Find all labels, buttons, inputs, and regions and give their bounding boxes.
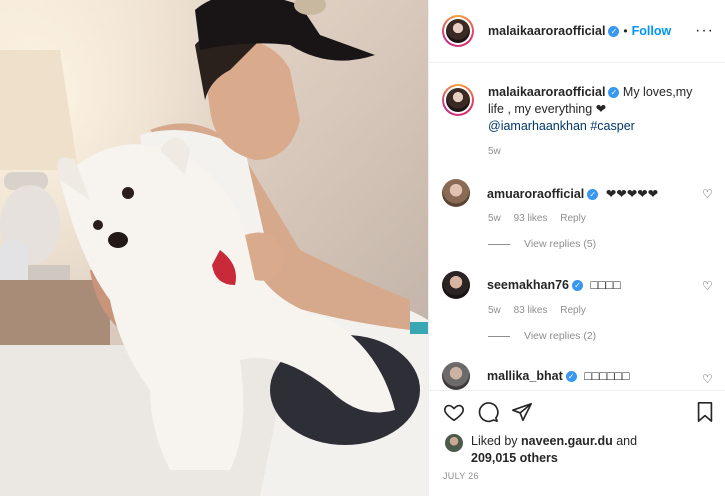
view-replies-label: View replies (5): [524, 238, 597, 250]
comment-likes[interactable]: 83 likes: [514, 305, 548, 316]
post-photo[interactable]: [0, 0, 428, 496]
post-header: malaikaaroraofficial ✓ • Follow ···: [429, 0, 725, 63]
caption-mention[interactable]: @iamarhaankhan: [488, 119, 587, 133]
comment-likes[interactable]: 93 likes: [514, 213, 548, 224]
likes-others-count[interactable]: 209,015 others: [471, 451, 558, 465]
comments-section[interactable]: malaikaaroraofficial ✓ My loves,my life ,…: [429, 64, 725, 390]
comment-text: □□□□□□: [584, 369, 630, 383]
comment-item: mallika_bhat ✓ □□□□□□ ♡: [442, 362, 714, 390]
view-replies-button[interactable]: View replies (5): [488, 238, 596, 250]
view-replies-button[interactable]: View replies (2): [488, 330, 596, 342]
comment-item: seemakhan76 ✓ □□□□ 5w 83 likes Reply ♡: [442, 271, 714, 316]
liker-username[interactable]: naveen.gaur.du: [521, 434, 613, 448]
comment-text: ❤❤❤❤❤: [605, 186, 659, 201]
post-date[interactable]: JULY 26: [443, 471, 479, 481]
liker-avatar[interactable]: [445, 434, 463, 452]
verified-badge-icon: ✓: [565, 371, 577, 383]
author-avatar[interactable]: [442, 15, 474, 47]
comment-username[interactable]: amuaroraofficial: [487, 187, 584, 201]
comment-username[interactable]: seemakhan76: [487, 278, 569, 292]
divider-line: [488, 243, 510, 245]
likes-summary: Liked by naveen.gaur.du and 209,015 othe…: [445, 433, 637, 467]
comment-text: □□□□: [590, 278, 621, 292]
commenter-avatar[interactable]: [442, 362, 470, 390]
instagram-post: malaikaaroraofficial ✓ • Follow ··· mala…: [0, 0, 725, 496]
bookmark-icon[interactable]: [694, 401, 716, 423]
follow-button[interactable]: Follow: [632, 24, 672, 38]
more-options-icon[interactable]: ···: [695, 22, 714, 40]
separator-dot: •: [623, 24, 628, 38]
post-actions: Liked by naveen.gaur.du and 209,015 othe…: [429, 390, 725, 496]
commenter-avatar[interactable]: [442, 271, 470, 299]
comment-like-heart-icon[interactable]: ♡: [702, 187, 714, 201]
comment-like-heart-icon[interactable]: ♡: [702, 279, 714, 293]
commenter-avatar[interactable]: [442, 179, 470, 207]
verified-badge-icon: ✓: [608, 87, 620, 99]
reply-button[interactable]: Reply: [560, 305, 586, 316]
comment-like-heart-icon[interactable]: ♡: [702, 372, 714, 386]
verified-badge-icon: ✓: [608, 25, 620, 37]
liked-by-label: Liked by: [471, 434, 518, 448]
comment-item: amuaroraofficial ✓ ❤❤❤❤❤ 5w 93 likes Repl…: [442, 179, 714, 224]
comment-username[interactable]: mallika_bhat: [487, 369, 563, 383]
comment-icon[interactable]: [477, 401, 499, 423]
liked-and-label: and: [616, 434, 638, 448]
photo-illustration: [0, 0, 428, 496]
post-side-panel: malaikaaroraofficial ✓ • Follow ··· mala…: [428, 0, 725, 496]
view-replies-label: View replies (2): [524, 330, 597, 342]
verified-badge-icon: ✓: [572, 280, 584, 292]
author-username[interactable]: malaikaaroraofficial: [488, 24, 605, 38]
caption-time[interactable]: 5w: [488, 146, 501, 157]
comment-time[interactable]: 5w: [488, 213, 501, 224]
reply-button[interactable]: Reply: [560, 213, 586, 224]
divider-line: [488, 335, 510, 337]
post-caption: malaikaaroraofficial ✓ My loves,my life ,…: [442, 84, 712, 135]
caption-hashtag[interactable]: #casper: [590, 119, 634, 133]
comment-time[interactable]: 5w: [488, 305, 501, 316]
heart-icon[interactable]: [443, 401, 465, 423]
caption-avatar[interactable]: [442, 84, 474, 116]
share-icon[interactable]: [511, 401, 533, 423]
caption-username[interactable]: malaikaaroraofficial: [488, 85, 605, 99]
verified-badge-icon: ✓: [587, 188, 599, 200]
